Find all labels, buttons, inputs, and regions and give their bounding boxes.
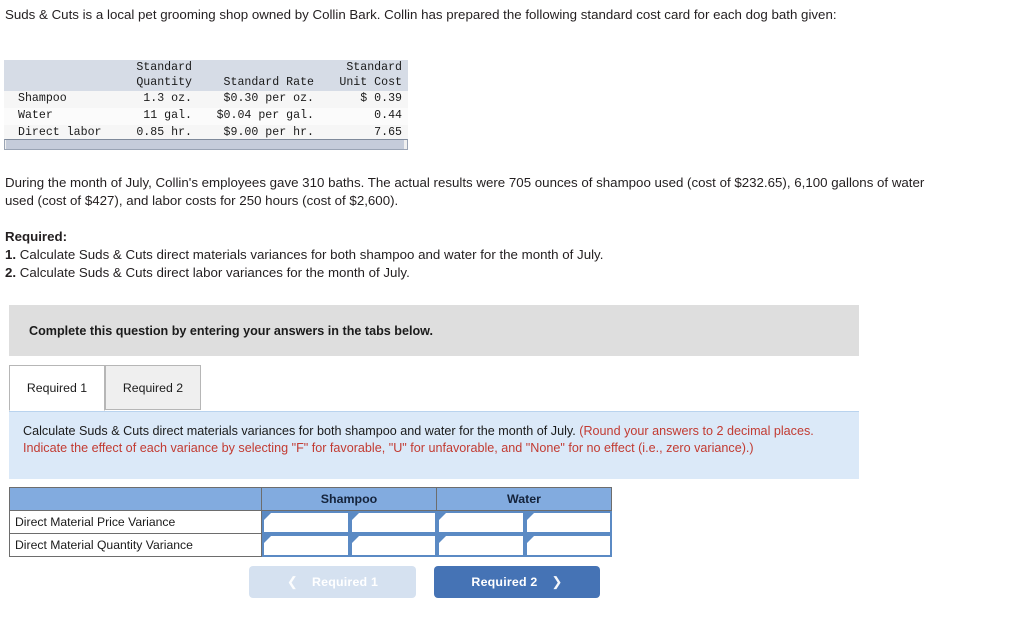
table-row: Direct Material Price Variance — [9, 510, 612, 534]
cost-card-th-item — [4, 60, 122, 91]
cell-marker-triangle-icon — [438, 513, 446, 520]
complete-question-callout: Complete this question by entering your … — [9, 305, 859, 356]
cell-quantity-shampoo-effect[interactable] — [349, 533, 437, 557]
answer-row-label-quantity-variance: Direct Material Quantity Variance — [9, 533, 262, 557]
cost-card-item: Water — [4, 107, 122, 125]
answer-th-water: Water — [436, 487, 613, 511]
input-box[interactable] — [262, 511, 350, 534]
scrollbar-thumb[interactable] — [6, 140, 404, 149]
cost-card-item: Shampoo — [4, 91, 122, 108]
callout-text: Complete this question by entering your … — [29, 323, 433, 338]
cost-card-quantity: 1.3 oz. — [122, 91, 198, 108]
required-2-nav-button[interactable]: Required 2 ❯ — [434, 566, 600, 598]
cost-card-horizontal-scrollbar[interactable] — [4, 139, 408, 150]
required-heading: Required: — [5, 229, 68, 244]
answer-table-header-row: Shampoo Water — [9, 487, 613, 511]
input-box[interactable] — [262, 533, 350, 557]
cell-marker-triangle-icon — [264, 513, 271, 520]
required-item-1: 1. Calculate Suds & Cuts direct material… — [5, 246, 805, 263]
cost-card-rate: $0.04 per gal. — [198, 107, 320, 125]
tab-required-2[interactable]: Required 2 — [105, 365, 201, 410]
instruction-text: Calculate Suds & Cuts direct materials v… — [9, 412, 859, 456]
input-box[interactable] — [436, 511, 525, 534]
table-row: Direct Material Quantity Variance — [9, 533, 612, 557]
navigation-buttons: ❮ Required 1 Required 2 ❯ — [249, 566, 609, 598]
table-row: Water 11 gal. $0.04 per gal. 0.44 — [4, 107, 408, 125]
required-item-2-text: Calculate Suds & Cuts direct labor varia… — [16, 265, 410, 280]
actual-results-paragraph: During the month of July, Collin's emplo… — [5, 175, 925, 208]
cell-quantity-shampoo-amount[interactable] — [262, 533, 350, 557]
required-2-nav-label: Required 2 — [471, 575, 538, 589]
tab-required-1[interactable]: Required 1 — [9, 365, 105, 411]
input-box[interactable] — [524, 533, 612, 557]
answer-tabs: Required 1 Required 2 — [9, 365, 859, 411]
cost-card-header-row: Standard Quantity Standard Rate Standard… — [4, 60, 408, 91]
chevron-right-icon: ❯ — [551, 574, 563, 589]
cell-marker-triangle-icon — [351, 513, 359, 520]
cost-card-table: Standard Quantity Standard Rate Standard… — [4, 60, 408, 142]
chevron-left-icon: ❮ — [286, 574, 299, 589]
cost-card-unit-cost: $ 0.39 — [320, 91, 408, 108]
cell-quantity-water-amount[interactable] — [436, 533, 525, 557]
cell-marker-triangle-icon — [264, 535, 271, 543]
standard-cost-card: Standard Quantity Standard Rate Standard… — [4, 60, 408, 142]
cell-marker-triangle-icon — [438, 535, 446, 543]
answer-row-label-price-variance: Direct Material Price Variance — [9, 510, 262, 534]
cost-card-unit-cost: 0.44 — [320, 107, 408, 125]
cell-price-shampoo-amount[interactable] — [262, 511, 350, 534]
cell-quantity-water-effect[interactable] — [524, 533, 612, 557]
answer-th-shampoo: Shampoo — [260, 487, 438, 511]
cost-card-quantity: 11 gal. — [122, 107, 198, 125]
cost-card-rate: $0.30 per oz. — [198, 91, 320, 108]
instruction-main: Calculate Suds & Cuts direct materials v… — [23, 424, 580, 438]
cell-price-water-effect[interactable] — [524, 511, 612, 534]
variance-answer-table: Shampoo Water Direct Material Price Vari… — [9, 487, 613, 557]
table-row: Shampoo 1.3 oz. $0.30 per oz. $ 0.39 — [4, 91, 408, 108]
input-box[interactable] — [349, 511, 437, 534]
cell-price-shampoo-effect[interactable] — [349, 511, 437, 534]
required-item-1-number: 1. — [5, 247, 17, 262]
tab-required-1-label: Required 1 — [26, 381, 88, 395]
cell-marker-triangle-icon — [526, 535, 534, 543]
cost-card-th-unit-cost: Standard Unit Cost — [320, 60, 408, 91]
cell-price-water-amount[interactable] — [436, 511, 525, 534]
input-box[interactable] — [524, 511, 612, 534]
answer-th-blank — [9, 487, 262, 511]
required-item-1-text: Calculate Suds & Cuts direct materials v… — [16, 247, 604, 262]
cell-marker-triangle-icon — [351, 535, 359, 543]
required-item-2-number: 2. — [5, 265, 17, 280]
cell-marker-triangle-icon — [526, 513, 534, 520]
input-box[interactable] — [436, 533, 525, 557]
required-block: Required: 1. Calculate Suds & Cuts direc… — [5, 228, 805, 281]
instruction-panel: Calculate Suds & Cuts direct materials v… — [9, 411, 859, 479]
cost-card-th-quantity: Standard Quantity — [122, 60, 198, 91]
question-page: Suds & Cuts is a local pet grooming shop… — [0, 0, 1024, 617]
required-item-2: 2. Calculate Suds & Cuts direct labor va… — [5, 264, 805, 281]
intro-paragraph: Suds & Cuts is a local pet grooming shop… — [5, 7, 837, 22]
required-1-nav-button[interactable]: ❮ Required 1 — [249, 566, 416, 598]
required-1-nav-label: Required 1 — [312, 575, 379, 589]
tab-required-2-label: Required 2 — [122, 380, 184, 395]
cost-card-th-rate: Standard Rate — [198, 60, 320, 91]
input-box[interactable] — [349, 533, 437, 557]
